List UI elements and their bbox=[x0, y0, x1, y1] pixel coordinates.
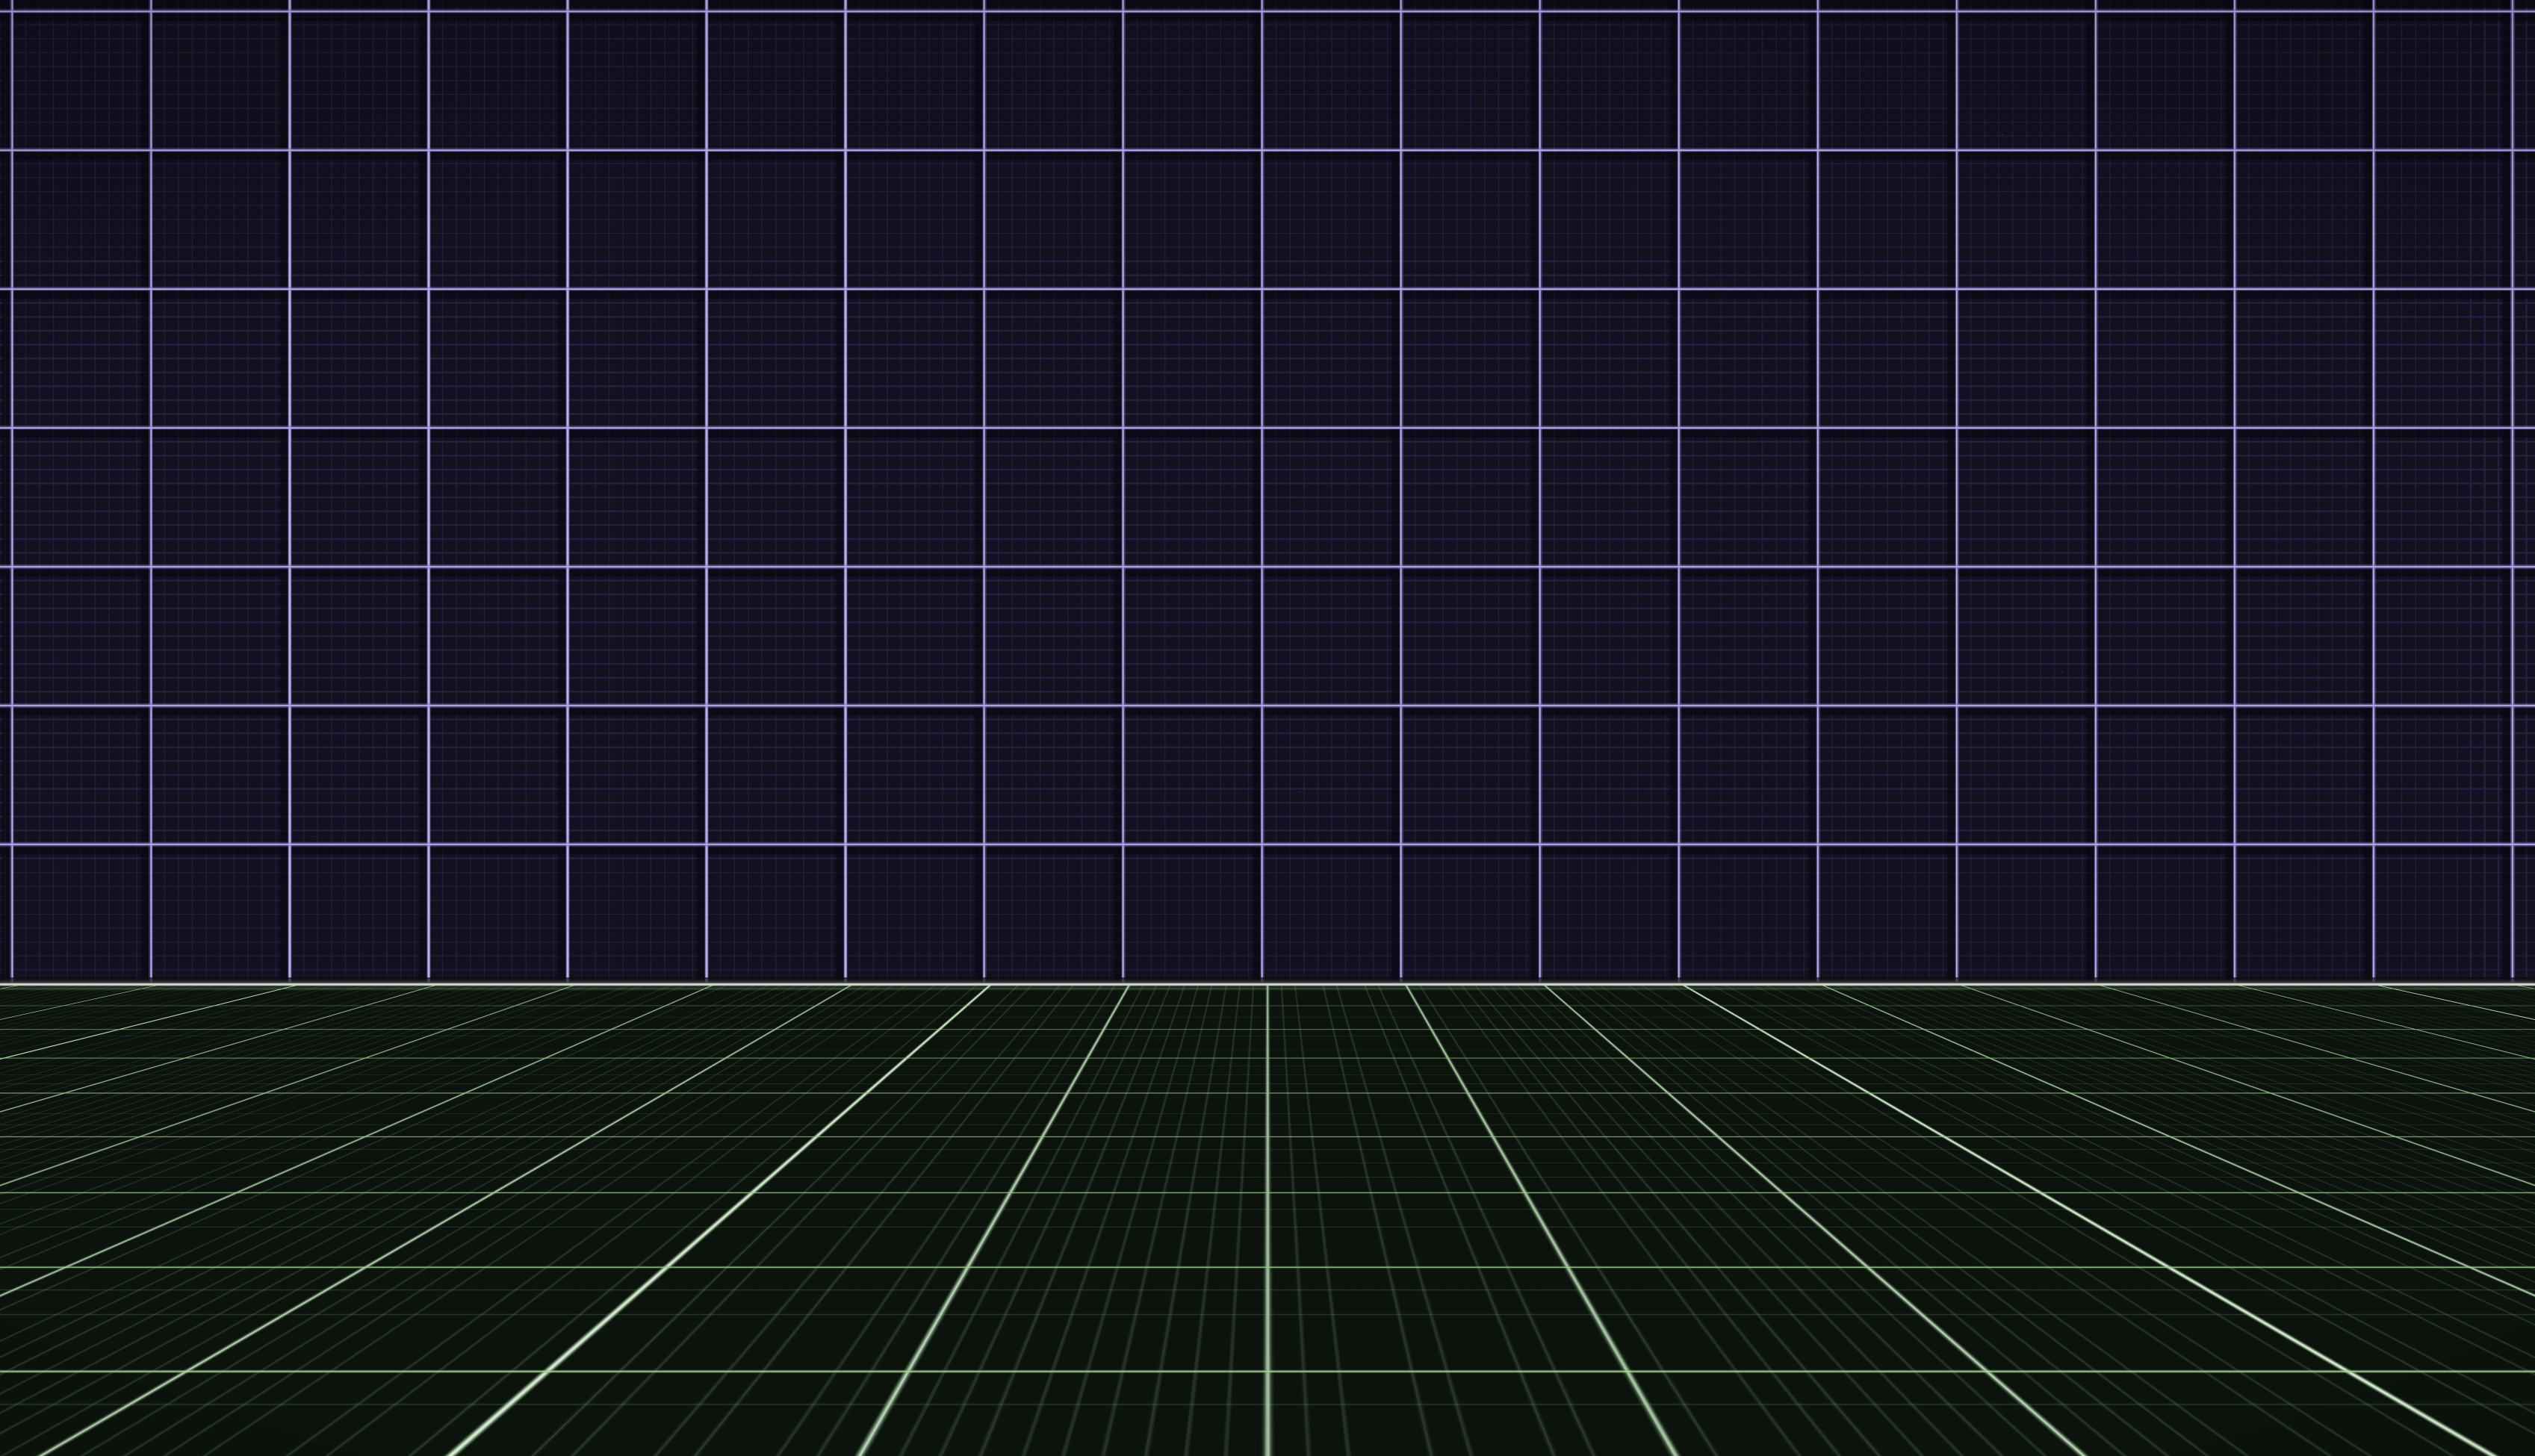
floor-area bbox=[0, 986, 2535, 1456]
wall-grid bbox=[0, 0, 2535, 986]
horizon-line bbox=[0, 983, 2535, 986]
horizon-shadow-band bbox=[0, 977, 2535, 983]
wall-noise-specks bbox=[0, 0, 1, 1]
floor-grid-plane bbox=[0, 986, 2535, 1456]
synthwave-room-background bbox=[0, 0, 2535, 1456]
